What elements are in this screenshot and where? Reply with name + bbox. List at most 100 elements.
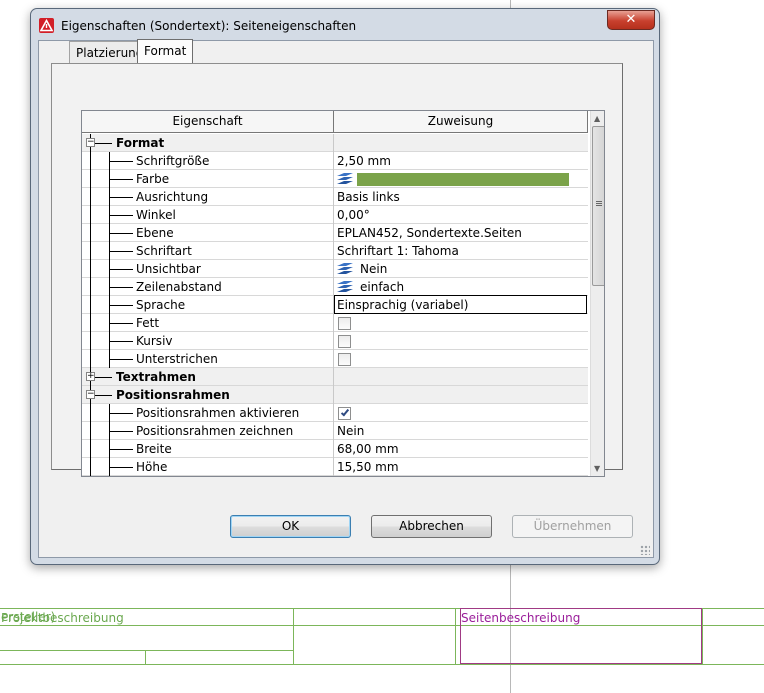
property-value-cell[interactable] bbox=[334, 350, 588, 368]
tree-line bbox=[90, 224, 91, 242]
scroll-thumb[interactable] bbox=[592, 126, 604, 286]
property-row[interactable]: Winkel 0,00° bbox=[82, 206, 588, 224]
property-row[interactable]: Höhe 15,50 mm bbox=[82, 458, 588, 476]
vertical-scrollbar[interactable]: ▲ ▼ bbox=[590, 111, 604, 476]
property-value: 15,50 mm bbox=[337, 460, 399, 474]
property-name-cell[interactable]: Zeilenabstand bbox=[82, 278, 334, 296]
property-row[interactable]: Positionsrahmen aktivieren bbox=[82, 404, 588, 422]
property-value-cell[interactable]: Nein bbox=[334, 260, 588, 278]
window-title: Eigenschaften (Sondertext): Seiteneigens… bbox=[61, 19, 357, 33]
property-row[interactable]: Sprache Einsprachig (variabel) bbox=[82, 295, 588, 314]
property-name-cell[interactable]: Höhe bbox=[82, 458, 334, 476]
tree-line bbox=[109, 161, 133, 162]
checkbox[interactable] bbox=[338, 317, 351, 330]
property-row[interactable]: Breite 68,00 mm bbox=[82, 440, 588, 458]
resize-grip-icon[interactable] bbox=[640, 545, 650, 555]
property-value-cell[interactable]: Schriftart 1: Tahoma bbox=[334, 242, 588, 260]
property-row[interactable]: Kursiv bbox=[82, 332, 588, 350]
property-name-cell[interactable]: Kursiv bbox=[82, 332, 334, 350]
property-name-cell[interactable]: Positionsrahmen zeichnen bbox=[82, 422, 334, 440]
property-row[interactable]: Positionsrahmen zeichnen Nein bbox=[82, 422, 588, 440]
property-name-cell[interactable]: Winkel bbox=[82, 206, 334, 224]
scroll-down-icon[interactable]: ▼ bbox=[594, 464, 600, 473]
property-row[interactable]: Ebene EPLAN452, Sondertexte.Seiten bbox=[82, 224, 588, 242]
property-group-row[interactable]: − Positionsrahmen bbox=[82, 386, 588, 404]
column-header-eigenschaft[interactable]: Eigenschaft bbox=[82, 111, 334, 133]
property-name-cell[interactable]: Schriftgröße bbox=[82, 152, 334, 170]
close-button[interactable]: ✕ bbox=[607, 10, 655, 30]
property-value-cell[interactable]: 0,00° bbox=[334, 206, 588, 224]
property-value-cell[interactable]: einfach bbox=[334, 278, 588, 296]
property-name-cell[interactable]: Ebene bbox=[82, 224, 334, 242]
property-value: Schriftart 1: Tahoma bbox=[337, 244, 459, 258]
tree-line bbox=[90, 296, 91, 314]
group-label: Positionsrahmen bbox=[116, 388, 230, 402]
property-group-row[interactable]: + Textrahmen bbox=[82, 368, 588, 386]
property-label: Unterstrichen bbox=[136, 352, 218, 366]
property-value-cell[interactable]: 68,00 mm bbox=[334, 440, 588, 458]
property-row[interactable]: Fett bbox=[82, 314, 588, 332]
layer-icon[interactable] bbox=[336, 262, 354, 276]
property-name-cell[interactable]: − Format bbox=[82, 134, 334, 152]
property-name-cell[interactable]: Unterstrichen bbox=[82, 350, 334, 368]
tab-format[interactable]: Format bbox=[137, 39, 194, 64]
tree-line bbox=[109, 323, 133, 324]
property-group-row[interactable]: − Format bbox=[82, 134, 588, 152]
property-row[interactable]: Farbe bbox=[82, 170, 588, 188]
checkbox[interactable] bbox=[338, 353, 351, 366]
property-row[interactable]: Schriftart Schriftart 1: Tahoma bbox=[82, 242, 588, 260]
property-value-cell[interactable]: Einsprachig (variabel) bbox=[334, 295, 588, 314]
property-name-cell[interactable]: Positionsrahmen aktivieren bbox=[82, 404, 334, 422]
property-value-cell[interactable] bbox=[334, 332, 588, 350]
property-value-cell[interactable] bbox=[334, 170, 588, 188]
apply-button[interactable]: Übernehmen bbox=[512, 515, 633, 538]
property-name-cell[interactable]: Sprache bbox=[82, 296, 334, 314]
column-header-zuweisung[interactable]: Zuweisung bbox=[334, 111, 588, 133]
checkbox[interactable] bbox=[338, 335, 351, 348]
property-row[interactable]: Ausrichtung Basis links bbox=[82, 188, 588, 206]
property-value-cell[interactable] bbox=[334, 134, 588, 152]
property-name-cell[interactable]: Farbe bbox=[82, 170, 334, 188]
tab-label: Platzierung bbox=[76, 46, 144, 60]
property-value-cell[interactable] bbox=[334, 404, 588, 422]
tree-line bbox=[90, 332, 91, 350]
property-name-cell[interactable]: Unsichtbar bbox=[82, 260, 334, 278]
property-label: Höhe bbox=[136, 460, 168, 474]
ok-button[interactable]: OK bbox=[230, 515, 351, 538]
property-value-cell[interactable] bbox=[334, 386, 588, 404]
property-value-cell[interactable]: Basis links bbox=[334, 188, 588, 206]
layer-icon[interactable] bbox=[336, 172, 354, 186]
property-row[interactable]: Unsichtbar Nein bbox=[82, 260, 588, 278]
properties-dialog: Eigenschaften (Sondertext): Seiteneigens… bbox=[30, 8, 660, 565]
property-value-cell[interactable] bbox=[334, 368, 588, 386]
frame-line bbox=[0, 664, 764, 665]
collapse-icon[interactable]: − bbox=[86, 390, 95, 399]
property-name-cell[interactable]: Schriftart bbox=[82, 242, 334, 260]
frame-line bbox=[145, 650, 146, 664]
tree-line bbox=[109, 197, 133, 198]
cancel-button[interactable]: Abbrechen bbox=[371, 515, 492, 538]
property-value-cell[interactable]: Nein bbox=[334, 422, 588, 440]
property-label: Ebene bbox=[136, 226, 174, 240]
property-name-cell[interactable]: Ausrichtung bbox=[82, 188, 334, 206]
collapse-icon[interactable]: − bbox=[86, 138, 95, 147]
property-value-cell[interactable]: EPLAN452, Sondertexte.Seiten bbox=[334, 224, 588, 242]
property-value: 2,50 mm bbox=[337, 154, 391, 168]
property-name-cell[interactable]: + Textrahmen bbox=[82, 368, 334, 386]
tree-line bbox=[90, 188, 91, 206]
property-name-cell[interactable]: − Positionsrahmen bbox=[82, 386, 334, 404]
layer-icon[interactable] bbox=[336, 280, 354, 294]
property-value-cell[interactable]: 15,50 mm bbox=[334, 458, 588, 476]
property-value-cell[interactable] bbox=[334, 314, 588, 332]
property-value-cell[interactable]: 2,50 mm bbox=[334, 152, 588, 170]
title-bar[interactable]: Eigenschaften (Sondertext): Seiteneigens… bbox=[31, 9, 659, 39]
expand-icon[interactable]: + bbox=[86, 372, 95, 381]
checkbox[interactable] bbox=[338, 407, 351, 420]
property-row[interactable]: Schriftgröße 2,50 mm bbox=[82, 152, 588, 170]
property-name-cell[interactable]: Fett bbox=[82, 314, 334, 332]
property-row[interactable]: Unterstrichen bbox=[82, 350, 588, 368]
color-swatch[interactable] bbox=[357, 173, 569, 186]
scroll-up-icon[interactable]: ▲ bbox=[594, 114, 600, 123]
property-row[interactable]: Zeilenabstand einfach bbox=[82, 278, 588, 296]
property-name-cell[interactable]: Breite bbox=[82, 440, 334, 458]
